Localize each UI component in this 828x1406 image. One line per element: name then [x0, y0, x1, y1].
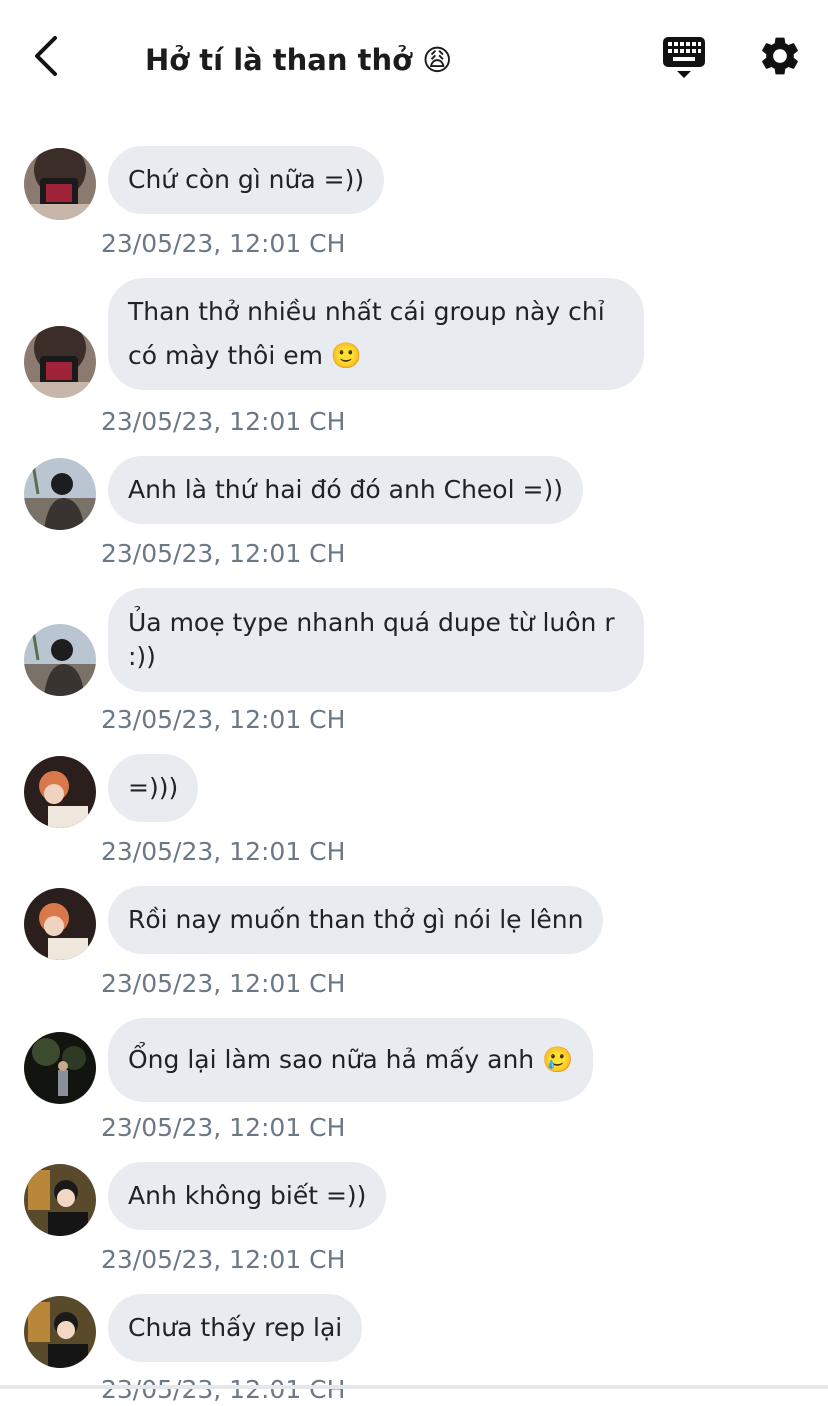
back-button[interactable]	[26, 32, 66, 80]
chevron-left-icon	[35, 36, 57, 76]
keyboard-hide-button[interactable]	[660, 34, 708, 82]
message-timestamp: 23/05/23, 12:01 CH	[101, 539, 346, 568]
avatar-5-image	[24, 1296, 96, 1368]
message-bubble[interactable]: =)))	[108, 754, 199, 822]
message-bubble[interactable]: Anh không biết =))	[108, 1162, 387, 1230]
avatar[interactable]	[24, 148, 96, 220]
avatar-4-image	[24, 1032, 96, 1104]
message-bubble[interactable]: Rồi nay muốn than thở gì nói lẹ lênn	[108, 886, 604, 954]
avatar[interactable]	[24, 756, 96, 828]
message-timestamp: 23/05/23, 12:01 CH	[101, 837, 346, 866]
message-timestamp: 23/05/23, 12:01 CH	[101, 1113, 346, 1142]
avatar[interactable]	[24, 1296, 96, 1368]
message-timestamp: 23/05/23, 12:01 CH	[101, 1245, 346, 1274]
avatar-1-image	[24, 148, 96, 220]
keyboard-hide-icon	[663, 37, 705, 78]
message-bubble[interactable]: Ổng lại làm sao nữa hả mấy anh 🥲	[108, 1018, 594, 1102]
message-timestamp: 23/05/23, 12:01 CH	[101, 1375, 346, 1404]
avatar-5-image	[24, 1164, 96, 1236]
message-timestamp: 23/05/23, 12:01 CH	[101, 705, 346, 734]
avatar-3-image	[24, 756, 96, 828]
avatar[interactable]	[24, 624, 96, 696]
avatar-1-image	[24, 326, 96, 398]
avatar[interactable]	[24, 326, 96, 398]
avatar-3-image	[24, 888, 96, 960]
bottom-divider	[0, 1385, 828, 1389]
avatar[interactable]	[24, 458, 96, 530]
message-bubble[interactable]: Than thở nhiều nhất cái group này chỉ có…	[108, 278, 644, 390]
message-timestamp: 23/05/23, 12:01 CH	[101, 229, 346, 258]
message-bubble[interactable]: Chưa thấy rep lại	[108, 1294, 363, 1362]
message-bubble[interactable]: Ủa moẹ type nhanh quá dupe từ luôn r :))	[108, 588, 644, 692]
message-bubble[interactable]: Anh là thứ hai đó đó anh Cheol =))	[108, 456, 583, 524]
message-timestamp: 23/05/23, 12:01 CH	[101, 407, 346, 436]
gear-icon	[762, 37, 798, 75]
message-timestamp: 23/05/23, 12:01 CH	[101, 969, 346, 998]
avatar[interactable]	[24, 888, 96, 960]
message-bubble[interactable]: Chứ còn gì nữa =))	[108, 146, 385, 214]
chat-title: Hở tí là than thở 😩	[145, 43, 453, 77]
avatar[interactable]	[24, 1164, 96, 1236]
avatar[interactable]	[24, 1032, 96, 1104]
settings-button[interactable]	[757, 33, 803, 79]
avatar-2-image	[24, 458, 96, 530]
chat-header: Hở tí là than thở 😩	[0, 0, 828, 118]
avatar-2-image	[24, 624, 96, 696]
